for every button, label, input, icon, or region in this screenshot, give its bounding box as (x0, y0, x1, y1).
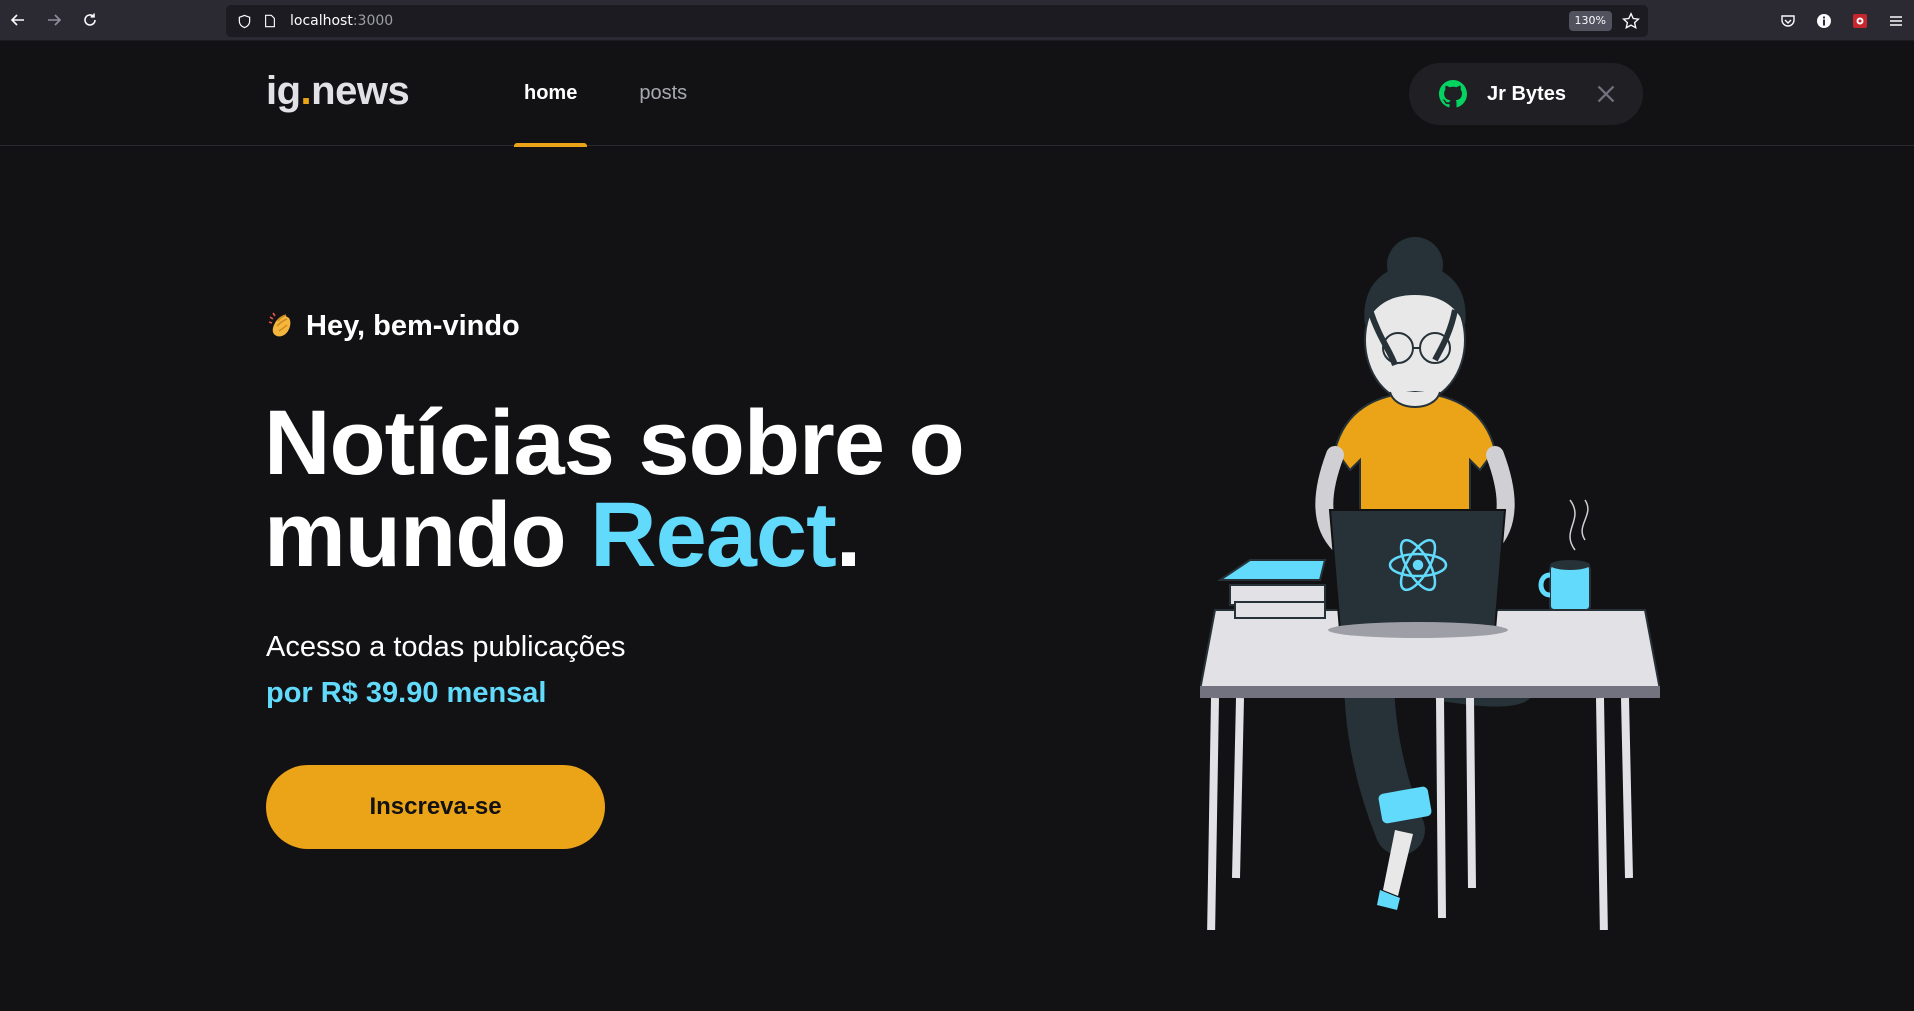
logo-main: ig (266, 69, 301, 113)
nav-posts[interactable]: posts (629, 41, 697, 146)
hero-title-line1: Notícias sobre o (264, 392, 965, 494)
info-icon (1817, 13, 1831, 28)
browser-toolbar: localhost:3000 130% (0, 0, 1914, 41)
logo-dot: . (300, 69, 312, 113)
main-nav: home posts (514, 41, 739, 147)
url-text[interactable]: localhost:3000 (290, 13, 393, 29)
user-signin-button[interactable]: Jr Bytes (1409, 63, 1643, 125)
hero-greeting: Hey, bem-vindo (266, 309, 520, 343)
user-name: Jr Bytes (1487, 82, 1566, 105)
forward-icon (48, 14, 62, 26)
url-host: localhost (290, 13, 353, 29)
extension-icon (1853, 13, 1867, 28)
hero-subtitle-text: Acesso a todas publicações (266, 631, 626, 663)
hero-title-end: . (835, 484, 862, 586)
url-port: :3000 (352, 13, 394, 29)
forward-button[interactable] (36, 0, 72, 41)
subscribe-button[interactable]: Inscreva-se (266, 765, 605, 849)
shield-icon[interactable] (236, 13, 252, 29)
reload-icon (84, 13, 96, 26)
reload-button[interactable] (72, 0, 108, 41)
extension-button[interactable] (1842, 0, 1878, 41)
close-icon[interactable] (1596, 84, 1616, 104)
toolbar-right (1770, 0, 1914, 41)
clap-emoji-icon (268, 312, 291, 337)
greeting-text: Hey, bem-vindo (306, 309, 520, 342)
hero-illustration (1200, 237, 1660, 930)
github-icon (1439, 80, 1467, 108)
logo-rest: news (311, 69, 410, 113)
hero-title-accent: React (590, 484, 837, 586)
bookmark-star-icon[interactable] (1622, 12, 1640, 30)
hero-subtitle: Acesso a todas publicações por R$ 39.90 … (266, 624, 626, 716)
menu-button[interactable] (1878, 0, 1914, 41)
hero-title-line2: mundo (264, 484, 591, 586)
back-icon (10, 14, 24, 26)
menu-icon (1890, 15, 1902, 26)
price-text: por R$ 39.90 mensal (266, 677, 547, 709)
back-button[interactable] (0, 0, 36, 41)
nav-home[interactable]: home (514, 41, 588, 147)
site-header: ig.news home posts Jr Bytes (0, 41, 1914, 147)
pocket-button[interactable] (1770, 0, 1806, 41)
logo[interactable]: ig.news (266, 69, 410, 114)
info-button[interactable] (1806, 0, 1842, 41)
page-icon[interactable] (262, 13, 278, 29)
address-bar[interactable]: localhost:3000 130% (226, 5, 1648, 37)
pocket-icon (1781, 14, 1795, 27)
zoom-indicator[interactable]: 130% (1568, 11, 1612, 31)
hero-title: Notícias sobre o mundo React. (264, 397, 965, 581)
